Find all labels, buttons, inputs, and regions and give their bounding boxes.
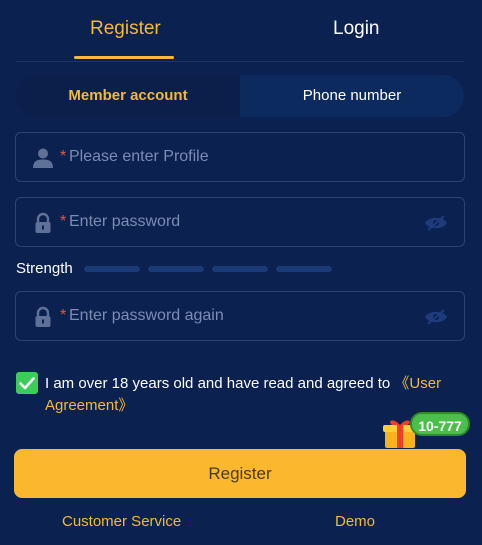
profile-input[interactable]: [69, 141, 409, 173]
tab-phone-number[interactable]: Phone number: [240, 75, 464, 117]
user-icon: [33, 148, 53, 168]
strength-segment: [84, 266, 140, 272]
eye-off-icon[interactable]: [424, 308, 448, 326]
required-mark: *: [60, 307, 67, 324]
customer-service-link[interactable]: Customer Service: [62, 513, 181, 530]
eye-off-icon[interactable]: [424, 214, 448, 232]
top-tabs: Register Login: [16, 0, 464, 62]
strength-segment: [148, 266, 204, 272]
password-again-input[interactable]: [69, 300, 409, 332]
tab-register[interactable]: Register: [90, 18, 161, 40]
active-tab-indicator: [74, 56, 174, 59]
password-field: *: [15, 197, 465, 247]
profile-field: *: [15, 132, 465, 182]
check-icon: [19, 377, 35, 390]
agreement-checkbox[interactable]: [16, 372, 38, 394]
demo-link[interactable]: Demo: [335, 513, 375, 530]
strength-label: Strength: [16, 260, 73, 277]
strength-segment: [212, 266, 268, 272]
lock-icon: [35, 212, 51, 233]
required-mark: *: [60, 213, 67, 230]
lock-icon: [35, 306, 51, 327]
agreement-text: I am over 18 years old and have read and…: [45, 373, 470, 417]
agreement-label: I am over 18 years old and have read and…: [45, 375, 395, 392]
tab-member-account[interactable]: Member account: [16, 75, 240, 117]
tab-login[interactable]: Login: [333, 18, 380, 40]
account-type-tabs: Member account Phone number: [16, 75, 464, 117]
password-input[interactable]: [69, 206, 409, 238]
register-page: Register Login Member account Phone numb…: [0, 0, 482, 545]
required-mark: *: [60, 148, 67, 165]
register-button[interactable]: Register: [14, 449, 466, 498]
strength-segment: [276, 266, 332, 272]
promo-badge[interactable]: 10-777: [410, 412, 470, 436]
password-again-field: *: [15, 291, 465, 341]
